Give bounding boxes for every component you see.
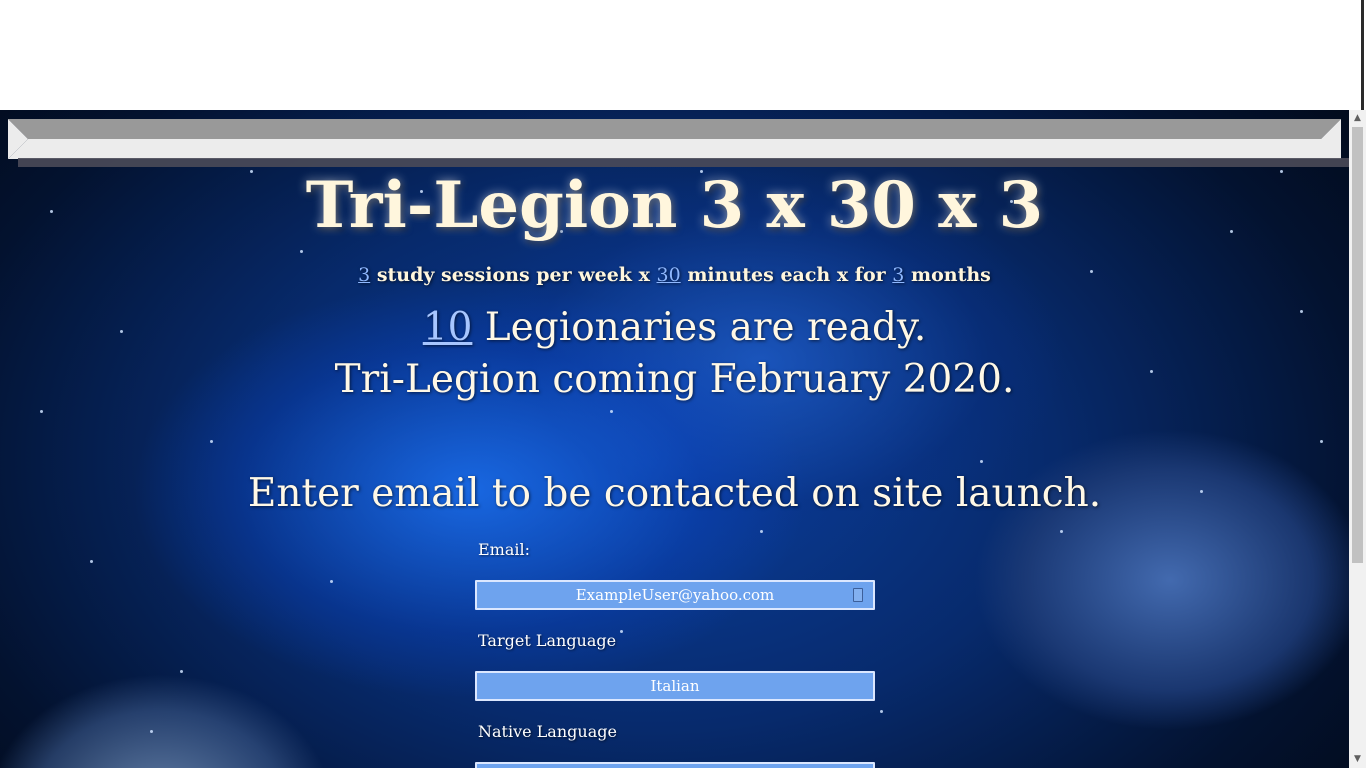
scroll-down-arrow-icon[interactable]: ▼ bbox=[1349, 751, 1366, 768]
subtitle-text-3: months bbox=[904, 264, 991, 286]
sessions-count-link[interactable]: 3 bbox=[358, 264, 370, 286]
main-content: Tri-Legion 3 x 30 x 3 3 study sessions p… bbox=[0, 110, 1349, 768]
page-title: Tri-Legion 3 x 30 x 3 bbox=[305, 168, 1044, 243]
subtitle-text-1: study sessions per week x bbox=[370, 264, 657, 286]
target-language-value: Italian bbox=[650, 677, 700, 695]
native-language-label: Native Language bbox=[478, 722, 617, 741]
target-language-select[interactable]: Italian bbox=[475, 671, 875, 701]
browser-blank-area bbox=[0, 0, 1366, 110]
program-subtitle: 3 study sessions per week x 30 minutes e… bbox=[0, 262, 1349, 288]
legionaries-ready-text: Legionaries are ready. bbox=[472, 305, 927, 350]
legionaries-count-link[interactable]: 10 bbox=[423, 305, 473, 350]
scroll-up-arrow-icon[interactable]: ▲ bbox=[1349, 110, 1366, 127]
autofill-key-icon[interactable] bbox=[853, 588, 863, 602]
native-language-value bbox=[477, 764, 873, 768]
space-background-page: Tri-Legion 3 x 30 x 3 3 study sessions p… bbox=[0, 110, 1349, 768]
email-label: Email: bbox=[478, 540, 531, 559]
scrollbar-thumb[interactable] bbox=[1352, 127, 1363, 563]
window-edge bbox=[1361, 0, 1364, 110]
subtitle-text-2: minutes each x for bbox=[680, 264, 893, 286]
launch-date-line: Tri-Legion coming February 2020. bbox=[334, 357, 1015, 402]
email-input[interactable] bbox=[477, 582, 873, 608]
minutes-count-link[interactable]: 30 bbox=[657, 264, 681, 286]
email-field[interactable] bbox=[475, 580, 875, 610]
native-language-select[interactable] bbox=[475, 762, 875, 768]
page-scrollbar[interactable]: ▲ ▼ bbox=[1349, 110, 1366, 768]
signup-heading: Enter email to be contacted on site laun… bbox=[247, 471, 1102, 516]
months-count-link[interactable]: 3 bbox=[892, 264, 904, 286]
legionaries-ready-line: 10 Legionaries are ready. bbox=[0, 302, 1349, 354]
target-language-label: Target Language bbox=[478, 631, 617, 650]
